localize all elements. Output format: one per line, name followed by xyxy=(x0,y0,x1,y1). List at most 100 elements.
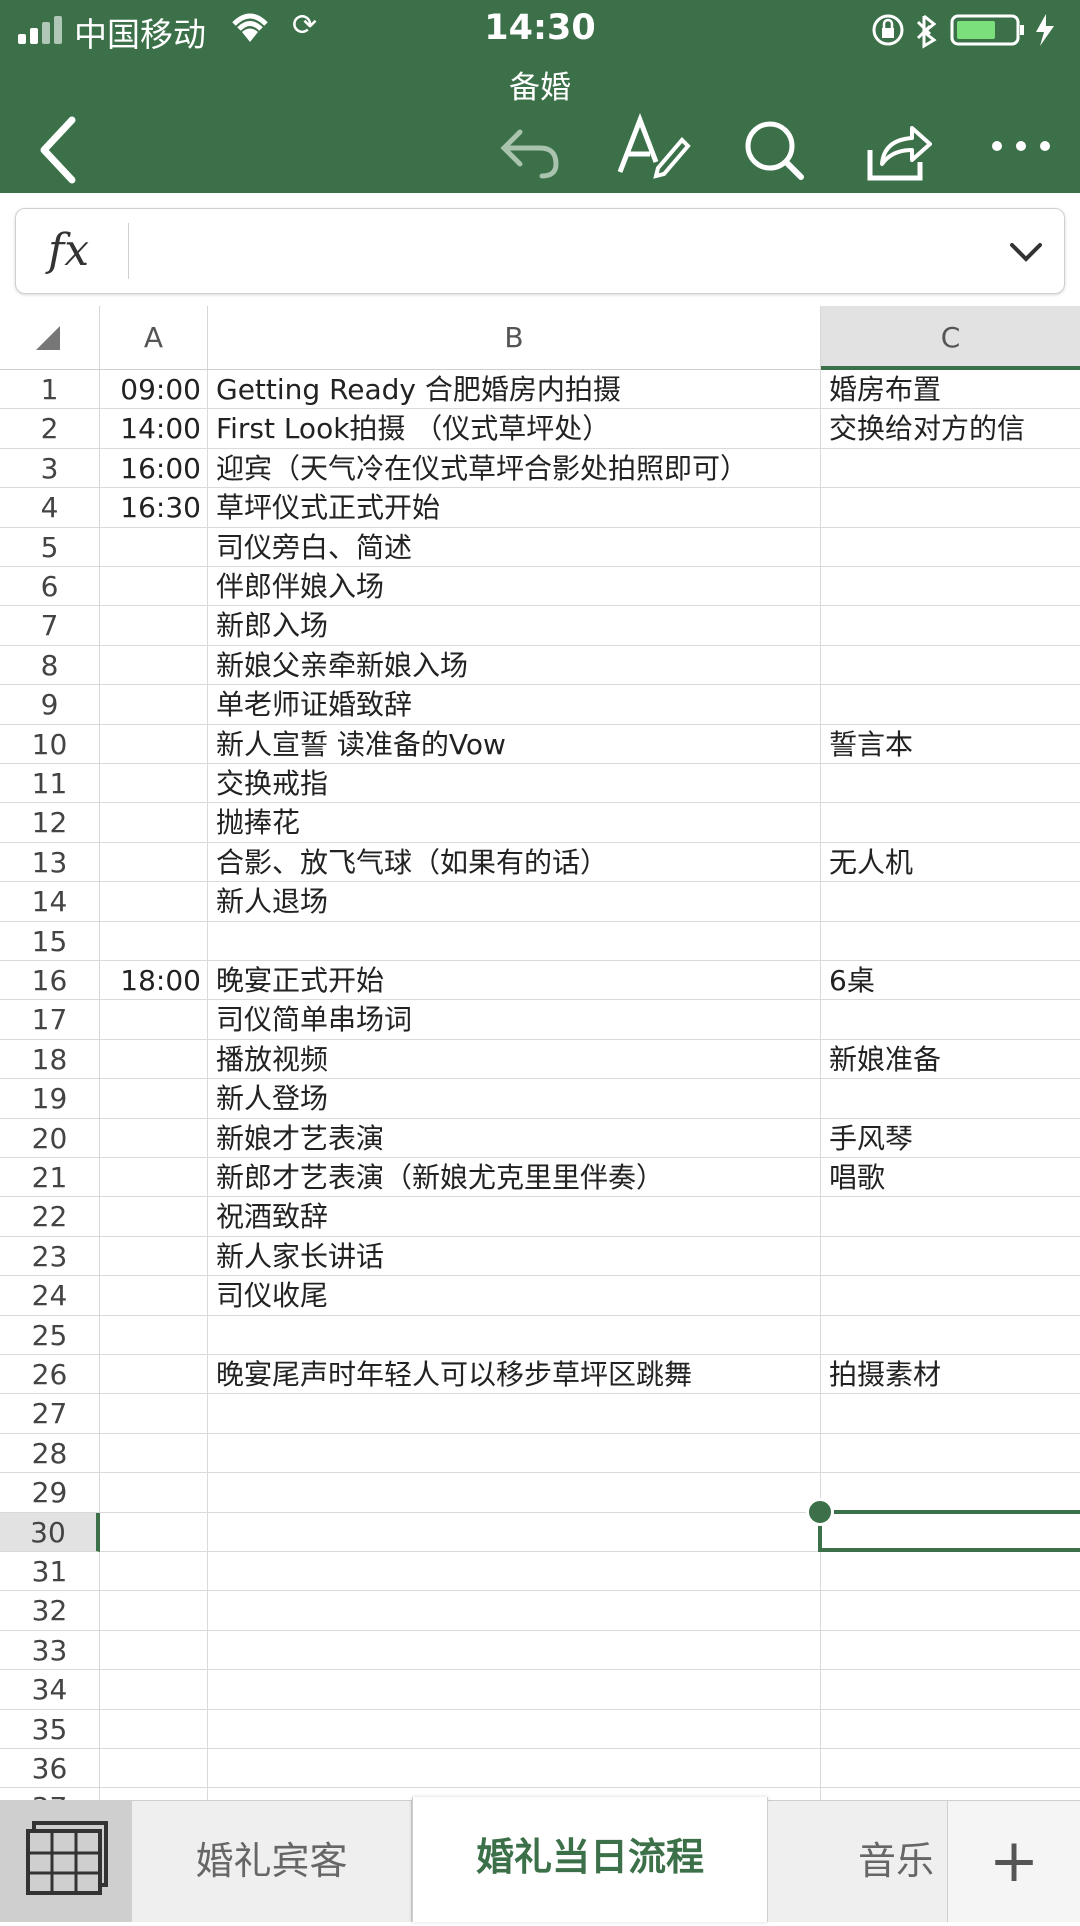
cell-b[interactable]: 祝酒致辞 xyxy=(208,1197,821,1237)
row-number[interactable]: 28 xyxy=(0,1433,100,1474)
undo-button[interactable] xyxy=(490,110,570,190)
row-number[interactable]: 1 xyxy=(0,370,100,410)
cell-b[interactable]: 交换戒指 xyxy=(208,764,821,804)
add-sheet-button[interactable]: + xyxy=(947,1801,1080,1922)
cell-b[interactable]: 新娘父亲牵新娘入场 xyxy=(208,645,821,686)
cell-b[interactable]: 伴郎伴娘入场 xyxy=(208,567,821,607)
row-number[interactable]: 34 xyxy=(0,1670,100,1710)
row-number[interactable]: 3 xyxy=(0,448,100,489)
cell-a[interactable] xyxy=(100,1355,208,1395)
row-number[interactable]: 31 xyxy=(0,1552,100,1592)
spreadsheet-grid[interactable]: A B C 1 09:00 Getting Ready 合肥婚房内拍摄 婚房布置 2 14… xyxy=(0,306,1080,1800)
cell-b[interactable]: 新人家长讲话 xyxy=(208,1236,821,1277)
cell-c[interactable] xyxy=(821,1749,1080,1789)
cell-c[interactable] xyxy=(821,1237,1080,1277)
column-header-a[interactable]: A xyxy=(100,306,208,370)
cell-b[interactable] xyxy=(208,1512,821,1552)
cell-a[interactable] xyxy=(100,1709,208,1749)
row-number[interactable]: 21 xyxy=(0,1158,100,1198)
cell-a[interactable] xyxy=(100,1197,208,1237)
cell-a[interactable] xyxy=(100,567,208,607)
cell-a[interactable] xyxy=(100,645,208,686)
row-number[interactable]: 23 xyxy=(0,1236,100,1277)
cell-c[interactable] xyxy=(821,528,1080,567)
cell-b[interactable] xyxy=(208,1394,821,1434)
cell-c[interactable] xyxy=(821,1197,1080,1237)
cell-b[interactable] xyxy=(208,1709,821,1749)
cell-a[interactable] xyxy=(100,1788,208,1800)
cell-a[interactable] xyxy=(100,1749,208,1789)
cell-b[interactable]: 合影、放飞气球（如果有的话） xyxy=(208,842,821,883)
share-button[interactable] xyxy=(858,110,938,190)
row-number[interactable]: 29 xyxy=(0,1473,100,1513)
row-number[interactable]: 15 xyxy=(0,921,100,961)
row-number[interactable]: 35 xyxy=(0,1709,100,1749)
cell-b[interactable] xyxy=(208,1670,821,1710)
cell-b[interactable]: 单老师证婚致辞 xyxy=(208,685,821,725)
row-number[interactable]: 37 xyxy=(0,1788,100,1800)
cell-a[interactable] xyxy=(100,921,208,961)
cell-c[interactable] xyxy=(821,488,1080,528)
cell-b[interactable]: Getting Ready 合肥婚房内拍摄 xyxy=(208,370,821,410)
cell-a[interactable]: 18:00 xyxy=(100,961,208,1001)
cell-a[interactable] xyxy=(100,1433,208,1474)
cell-a[interactable] xyxy=(100,1473,208,1513)
cell-b[interactable]: 新人退场 xyxy=(208,882,821,922)
back-button[interactable] xyxy=(30,110,110,190)
cell-c[interactable] xyxy=(821,1394,1080,1434)
row-number[interactable]: 32 xyxy=(0,1591,100,1631)
cell-c[interactable]: 手风琴 xyxy=(821,1119,1080,1158)
cell-c[interactable] xyxy=(821,922,1080,961)
cell-c[interactable]: 婚房布置 xyxy=(821,370,1080,410)
cell-a[interactable] xyxy=(100,606,208,646)
cell-a[interactable] xyxy=(100,1079,208,1119)
cell-c[interactable] xyxy=(821,1473,1080,1513)
cell-c[interactable] xyxy=(821,606,1080,646)
cell-a[interactable] xyxy=(100,1118,208,1158)
row-number[interactable]: 11 xyxy=(0,764,100,804)
cell-b[interactable]: 播放视频 xyxy=(208,1039,821,1080)
cell-b[interactable] xyxy=(208,1749,821,1789)
row-number[interactable]: 4 xyxy=(0,488,100,528)
cell-c[interactable] xyxy=(821,646,1080,686)
search-button[interactable] xyxy=(735,110,815,190)
cell-c[interactable] xyxy=(821,1591,1080,1631)
cell-c[interactable]: 新娘准备 xyxy=(821,1040,1080,1080)
row-number[interactable]: 27 xyxy=(0,1394,100,1434)
row-number[interactable]: 12 xyxy=(0,803,100,843)
cell-a[interactable] xyxy=(100,764,208,804)
cell-b[interactable] xyxy=(208,1630,821,1671)
cell-a[interactable] xyxy=(100,1630,208,1671)
tab-wedding-guests[interactable]: 婚礼宾客 xyxy=(132,1801,412,1922)
cell-b[interactable]: 抛捧花 xyxy=(208,803,821,843)
cell-b[interactable]: 新娘才艺表演 xyxy=(208,1118,821,1158)
expand-formula-button[interactable] xyxy=(1006,231,1046,275)
edit-text-button[interactable] xyxy=(612,110,692,190)
cell-b[interactable]: 新人登场 xyxy=(208,1079,821,1119)
row-number[interactable]: 17 xyxy=(0,1000,100,1040)
cell-a[interactable] xyxy=(100,1591,208,1631)
tab-music[interactable]: 音乐 xyxy=(768,1801,948,1922)
cell-b[interactable]: 晚宴尾声时年轻人可以移步草坪区跳舞 xyxy=(208,1355,821,1395)
cell-c[interactable] xyxy=(821,1316,1080,1355)
cell-a[interactable] xyxy=(100,1552,208,1592)
row-number[interactable]: 16 xyxy=(0,961,100,1001)
cell-a[interactable] xyxy=(100,882,208,922)
cell-a[interactable]: 16:00 xyxy=(100,448,208,489)
cell-c[interactable] xyxy=(821,803,1080,843)
cell-b[interactable]: 草坪仪式正式开始 xyxy=(208,488,821,528)
cell-a[interactable] xyxy=(100,1276,208,1316)
cell-c[interactable] xyxy=(821,1552,1080,1592)
cell-a[interactable]: 16:30 xyxy=(100,488,208,528)
cell-a[interactable] xyxy=(100,685,208,725)
cell-a[interactable] xyxy=(100,842,208,883)
more-button[interactable] xyxy=(985,110,1065,190)
cell-c[interactable] xyxy=(821,1710,1080,1749)
cell-c[interactable] xyxy=(821,1000,1080,1040)
formula-bar[interactable]: fx xyxy=(15,208,1065,294)
cell-b[interactable]: 新郎入场 xyxy=(208,606,821,646)
cell-b[interactable]: 晚宴正式开始 xyxy=(208,961,821,1001)
cell-b[interactable] xyxy=(208,1473,821,1513)
cell-a[interactable]: 09:00 xyxy=(100,370,208,410)
cell-b[interactable] xyxy=(208,921,821,961)
